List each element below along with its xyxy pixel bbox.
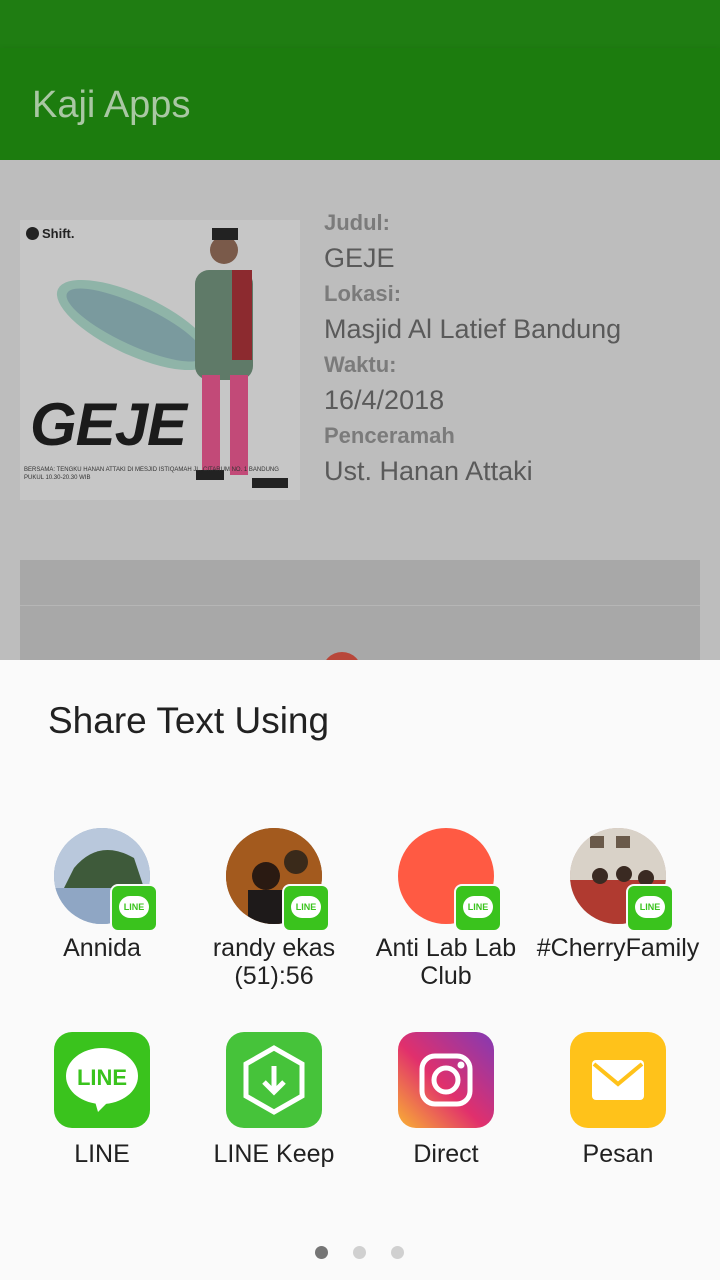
share-target-annida[interactable]: LINE Annida — [16, 828, 188, 998]
status-bar — [0, 0, 720, 48]
app-label: Direct — [413, 1140, 479, 1168]
messages-icon — [570, 1032, 666, 1128]
instagram-direct-icon — [398, 1032, 494, 1128]
app-label: LINE — [74, 1140, 130, 1168]
title-label: Judul: — [324, 210, 390, 235]
page-dot[interactable] — [391, 1246, 404, 1259]
page-dot[interactable] — [353, 1246, 366, 1259]
location-label: Lokasi: — [324, 281, 402, 306]
app-bar: Kaji Apps — [0, 48, 720, 160]
svg-text:LINE: LINE — [77, 1065, 127, 1090]
share-target-cherryfamily[interactable]: LINE #CherryFamily — [532, 828, 704, 998]
page-indicator — [0, 1246, 720, 1260]
share-target-label: #CherryFamily — [536, 934, 700, 962]
share-app-line[interactable]: LINE LINE — [16, 1032, 188, 1182]
title-value: GEJE — [324, 243, 395, 273]
share-app-line-keep[interactable]: LINE Keep — [188, 1032, 360, 1182]
line-badge-icon: LINE — [454, 884, 502, 932]
page-dot-active[interactable] — [315, 1246, 328, 1259]
share-target-label: Annida — [63, 934, 141, 962]
line-badge-icon: LINE — [626, 884, 674, 932]
line-badge-icon: LINE — [110, 884, 158, 932]
event-poster[interactable]: Shift. GEJE BERSAMA: TENGKU HANAN ATTAKI… — [20, 220, 300, 500]
share-target-label: Anti Lab Lab Club — [375, 934, 517, 990]
event-detail: Shift. GEJE BERSAMA: TENGKU HANAN ATTAKI… — [0, 160, 720, 692]
speaker-value: Ust. Hanan Attaki — [324, 456, 533, 486]
event-details: Judul: GEJE Lokasi: Masjid Al Latief Ban… — [324, 208, 704, 492]
share-target-anti-lab[interactable]: LINE Anti Lab Lab Club — [360, 828, 532, 998]
poster-caption: BERSAMA: TENGKU HANAN ATTAKI DI MESJID I… — [24, 467, 279, 481]
line-icon: LINE — [54, 1032, 150, 1128]
time-label: Waktu: — [324, 352, 397, 377]
app-label: LINE Keep — [213, 1140, 335, 1168]
app-label: Pesan — [582, 1140, 654, 1168]
poster-title: GEJE — [30, 391, 187, 458]
map-road — [20, 605, 700, 606]
line-keep-icon — [226, 1032, 322, 1128]
share-target-label: randy ekas (51):56 — [212, 934, 336, 990]
poster-logo: Shift. — [26, 226, 75, 241]
line-badge-icon: LINE — [282, 884, 330, 932]
share-app-pesan[interactable]: Pesan — [532, 1032, 704, 1182]
share-sheet: Share Text Using LINE Annida LINE randy … — [0, 660, 720, 1280]
share-sheet-title: Share Text Using — [48, 700, 330, 741]
time-value: 16/4/2018 — [324, 385, 445, 415]
share-app-direct[interactable]: Direct — [360, 1032, 532, 1182]
speaker-label: Penceramah — [324, 423, 455, 448]
share-target-randy-ekas[interactable]: LINE randy ekas (51):56 — [188, 828, 360, 998]
app-title: Kaji Apps — [32, 84, 191, 126]
location-value: Masjid Al Latief Bandung — [324, 314, 622, 344]
map-view[interactable] — [20, 560, 700, 692]
